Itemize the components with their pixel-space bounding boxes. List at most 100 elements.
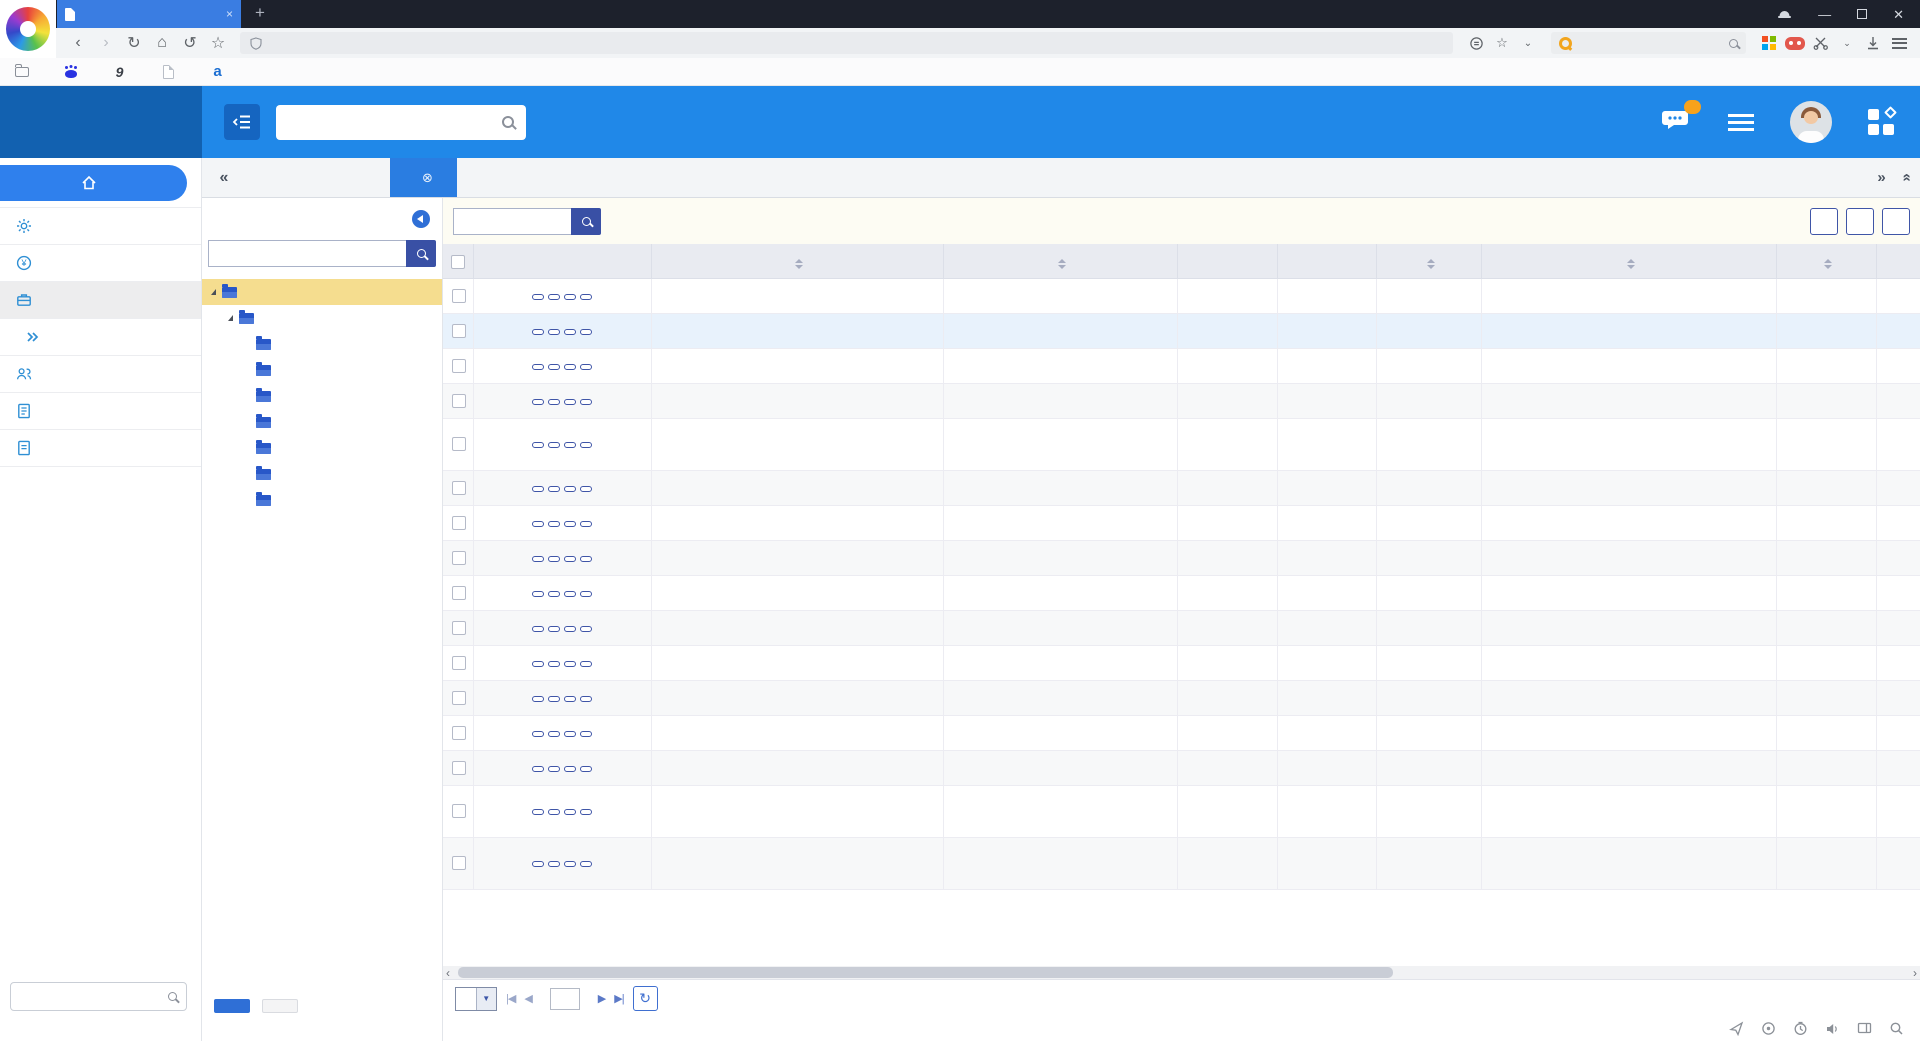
panel-collapse-icon[interactable] (412, 210, 430, 228)
sidebar-item[interactable] (0, 393, 201, 430)
action-download-button[interactable] (548, 591, 560, 597)
expand-caret-icon[interactable] (228, 315, 233, 321)
action-download-button[interactable] (548, 556, 560, 562)
sidebar-item[interactable] (0, 208, 201, 245)
row-checkbox[interactable] (452, 516, 466, 530)
column-header[interactable] (1876, 244, 1920, 278)
row-checkbox[interactable] (452, 804, 466, 818)
tree-filter-input[interactable] (208, 240, 406, 267)
action-delete-button[interactable] (580, 486, 592, 492)
prev-page-button[interactable]: ◀ (524, 992, 531, 1005)
select-all-checkbox[interactable] (451, 255, 465, 269)
bookmark-star-icon[interactable]: ☆ (1491, 35, 1513, 51)
refresh-grid-button[interactable]: ↻ (633, 986, 658, 1011)
action-preview-button[interactable] (532, 556, 544, 562)
browser-search-box[interactable] (1551, 32, 1746, 54)
sidebar-fold-button[interactable] (224, 104, 260, 140)
action-download-button[interactable] (548, 661, 560, 667)
global-search[interactable] (276, 105, 526, 140)
transfer-revoke-button[interactable] (1810, 208, 1838, 235)
action-preview-button[interactable] (532, 809, 544, 815)
scroll-left-icon[interactable]: ‹ (446, 966, 450, 980)
action-edit-button[interactable] (564, 556, 576, 562)
sidebar-item[interactable] (0, 319, 201, 356)
favorite-star-icon[interactable]: ☆ (206, 33, 230, 53)
mute-icon[interactable] (1825, 1022, 1840, 1036)
action-download-button[interactable] (548, 696, 560, 702)
action-preview-button[interactable] (532, 486, 544, 492)
bookmark-item[interactable]: 9 (112, 64, 133, 79)
action-delete-button[interactable] (580, 861, 592, 867)
tab-2[interactable] (294, 158, 342, 197)
timer-icon[interactable] (1793, 1021, 1808, 1036)
browser-menu-icon[interactable] (1888, 38, 1910, 49)
category-button[interactable] (214, 999, 250, 1013)
row-checkbox[interactable] (452, 551, 466, 565)
next-page-button[interactable]: ▶ (598, 992, 605, 1005)
row-checkbox[interactable] (452, 359, 466, 373)
collapse-up-icon[interactable]: » (1897, 173, 1914, 181)
batch-delete-button[interactable] (1882, 208, 1910, 235)
column-header[interactable] (1776, 244, 1876, 278)
action-delete-button[interactable] (580, 294, 592, 300)
sidebar-item[interactable] (0, 430, 201, 467)
global-search-input[interactable] (288, 115, 494, 130)
boost-icon[interactable] (1729, 1021, 1744, 1036)
action-delete-button[interactable] (580, 661, 592, 667)
tree-node[interactable] (202, 409, 442, 435)
action-download-button[interactable] (548, 626, 560, 632)
sort-icon[interactable] (1058, 259, 1066, 269)
row-checkbox[interactable] (452, 656, 466, 670)
action-delete-button[interactable] (580, 399, 592, 405)
action-download-button[interactable] (548, 364, 560, 370)
tab-4[interactable]: ⊗ (390, 158, 457, 197)
close-window-button[interactable]: ✕ (1893, 8, 1904, 21)
quick-search-button[interactable] (571, 208, 601, 235)
sort-icon[interactable] (795, 259, 803, 269)
column-header[interactable] (943, 244, 1177, 278)
back-button[interactable]: ‹ (66, 34, 90, 52)
adblock-icon[interactable] (1761, 1021, 1776, 1036)
row-checkbox[interactable] (452, 761, 466, 775)
action-preview-button[interactable] (532, 696, 544, 702)
search-icon[interactable] (1729, 39, 1738, 48)
action-delete-button[interactable] (580, 521, 592, 527)
tab-1[interactable] (246, 158, 294, 197)
action-edit-button[interactable] (564, 442, 576, 448)
chevron-down-icon[interactable]: ⌄ (1836, 38, 1858, 49)
column-header[interactable] (651, 244, 943, 278)
scroll-right-icon[interactable]: › (1913, 966, 1917, 980)
forward-button[interactable]: › (94, 34, 118, 52)
expand-caret-icon[interactable] (211, 289, 216, 295)
action-edit-button[interactable] (564, 696, 576, 702)
row-checkbox[interactable] (452, 394, 466, 408)
refresh-button[interactable]: ↻ (122, 33, 146, 53)
scrollbar-thumb[interactable] (458, 967, 1393, 978)
action-delete-button[interactable] (580, 696, 592, 702)
game-center-icon[interactable] (1784, 37, 1806, 50)
sidebar-item[interactable]: ¥ (0, 245, 201, 282)
search-icon[interactable] (168, 992, 177, 1001)
tabs-scroll-right-icon[interactable]: » (1877, 169, 1885, 186)
tree-node[interactable] (202, 435, 442, 461)
action-preview-button[interactable] (532, 591, 544, 597)
action-edit-button[interactable] (564, 626, 576, 632)
apps-grid-icon[interactable] (1758, 36, 1780, 50)
sidebar-item-home[interactable] (0, 165, 187, 201)
action-download-button[interactable] (548, 766, 560, 772)
quick-search-input[interactable] (453, 208, 571, 235)
action-delete-button[interactable] (580, 591, 592, 597)
action-delete-button[interactable] (580, 731, 592, 737)
sidebar-item[interactable] (0, 356, 201, 393)
new-tab-button[interactable]: + (241, 0, 279, 28)
reader-mode-icon[interactable] (1465, 36, 1487, 51)
maximize-button[interactable] (1857, 9, 1867, 19)
action-download-button[interactable] (548, 731, 560, 737)
action-preview-button[interactable] (532, 399, 544, 405)
action-download-button[interactable] (548, 521, 560, 527)
action-delete-button[interactable] (580, 626, 592, 632)
tabs-scroll-left-icon[interactable]: « (202, 158, 246, 197)
header-menu-icon[interactable] (1728, 114, 1754, 131)
app-switcher-icon[interactable] (1868, 109, 1894, 135)
tree-filter[interactable] (208, 240, 436, 267)
